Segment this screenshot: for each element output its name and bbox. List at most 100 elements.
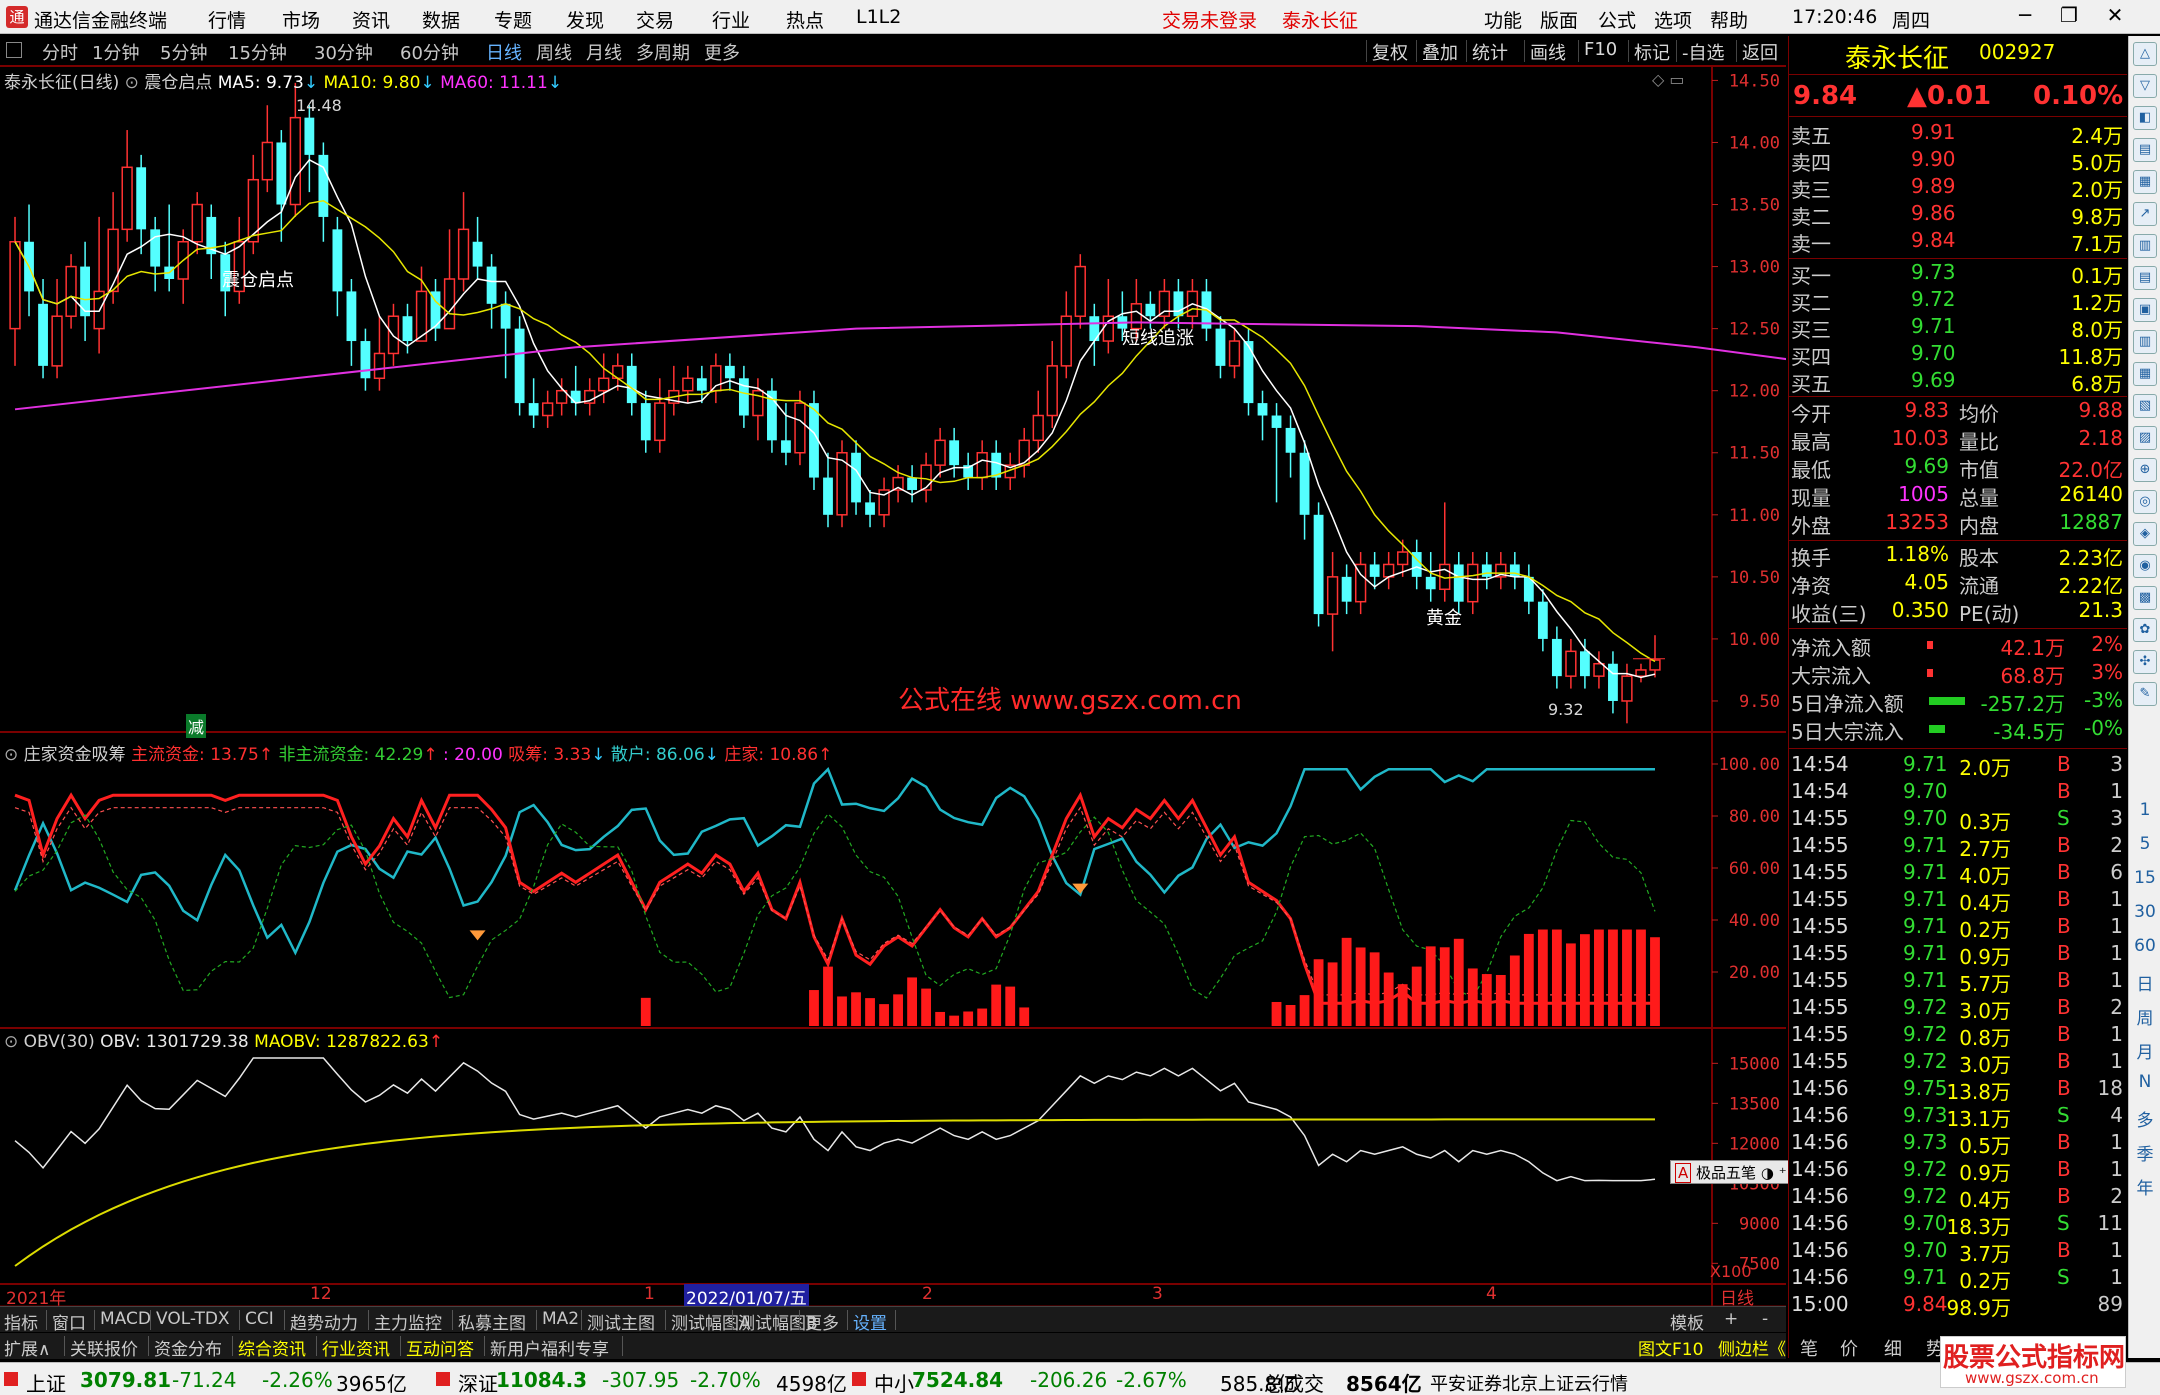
tick-count: 1 (2110, 968, 2123, 992)
period-shortcut-2[interactable]: 15 (2131, 868, 2159, 888)
tick-vol: 98.9万 (1946, 1296, 2011, 1320)
info-tab-5[interactable]: 互动问答 (406, 1335, 474, 1360)
panel-right-btn-2[interactable]: - (1762, 1309, 1768, 1329)
index-change: -71.24 (172, 1368, 237, 1392)
stat-val: 22.0亿 (2058, 458, 2123, 482)
panel-right-btn-1[interactable]: + (1724, 1309, 1738, 1329)
side-tool-icon-10[interactable]: ▦ (2133, 362, 2157, 386)
candle-body (1565, 650, 1577, 677)
indicator-tab-7[interactable]: 私募主图 (458, 1309, 526, 1334)
info-tab-3[interactable]: 综合资讯 (238, 1335, 306, 1360)
side-tool-icon-20[interactable]: ✎ (2133, 682, 2157, 706)
indicator-tab-1[interactable]: 窗口 (52, 1309, 86, 1334)
side-tool-icon-12[interactable]: ▨ (2133, 426, 2157, 450)
fund-key: 股本 (1959, 546, 1999, 570)
indicator1-title[interactable]: 庄家资金吸筹 (24, 745, 126, 765)
period-shortcut-8[interactable]: N (2131, 1072, 2159, 1092)
period-shortcut-1[interactable]: 5 (2131, 834, 2159, 854)
side-tool-icon-7[interactable]: ▤ (2133, 266, 2157, 290)
period-shortcut-11[interactable]: 年 (2131, 1174, 2159, 1199)
side-tool-icon-9[interactable]: ▥ (2133, 330, 2157, 354)
period-shortcut-4[interactable]: 60 (2131, 936, 2159, 956)
panel-right-btn-0[interactable]: 模板 (1670, 1309, 1704, 1334)
period-shortcut-7[interactable]: 月 (2131, 1038, 2159, 1063)
trade-detail-tab-0[interactable]: 笔 (1800, 1335, 1818, 1361)
absorb-bar (1580, 934, 1590, 1026)
tick-count: 1 (2110, 1157, 2123, 1181)
candle-body (1326, 576, 1339, 615)
absorb-bar (1425, 946, 1436, 1026)
tab-divider (400, 1336, 401, 1356)
candle-body (1243, 341, 1254, 404)
ask-vol: 2.4万 (2071, 124, 2123, 148)
candle-body (1285, 427, 1296, 453)
indicator2-title[interactable]: OBV(30) (24, 1032, 95, 1052)
side-tool-icon-0[interactable]: △ (2133, 42, 2157, 66)
main-formula-name[interactable]: 震仓启点 (144, 73, 212, 93)
indicator-tab-3[interactable]: VOL-TDX (156, 1309, 230, 1329)
x-axis-label-6: 4 (1486, 1284, 1497, 1304)
restore-icon[interactable]: ❐ (2054, 3, 2084, 31)
indicator-tab-0[interactable]: 指标 (4, 1309, 38, 1334)
indicator-tab-9[interactable]: 测试主图 (587, 1309, 655, 1334)
low-price-label: 9.32 (1548, 700, 1584, 719)
trade-detail-tab-2[interactable]: 细 (1884, 1335, 1902, 1361)
side-tool-icon-19[interactable]: ✣ (2133, 650, 2157, 674)
period-shortcut-9[interactable]: 多 (2131, 1106, 2159, 1131)
indicator-tab-8[interactable]: MA2 (542, 1309, 579, 1329)
tick-count: 11 (2097, 1211, 2123, 1235)
period-shortcut-3[interactable]: 30 (2131, 902, 2159, 922)
period-shortcut-10[interactable]: 季 (2131, 1140, 2159, 1165)
tick-side: B (2057, 914, 2071, 938)
close-icon[interactable]: ✕ (2100, 3, 2130, 31)
flow-val: 42.1万 (2000, 636, 2065, 660)
info-tab-4[interactable]: 行业资讯 (322, 1335, 390, 1360)
side-tool-icon-13[interactable]: ⊕ (2133, 458, 2157, 482)
stat-key: 今开 (1791, 402, 1831, 426)
side-tool-icon-16[interactable]: ◉ (2133, 554, 2157, 578)
side-tool-icon-3[interactable]: ▤ (2133, 138, 2157, 162)
flow-val: 68.8万 (2000, 664, 2065, 688)
side-tool-icon-5[interactable]: ↗ (2133, 202, 2157, 226)
indicator-tab-6[interactable]: 主力监控 (374, 1309, 442, 1334)
absorb-bar (1005, 986, 1016, 1026)
info-tab-1[interactable]: 关联报价 (70, 1335, 138, 1360)
index-name[interactable]: 上证 (26, 1368, 66, 1395)
period-shortcut-0[interactable]: 1 (2131, 800, 2159, 820)
period-shortcut-6[interactable]: 周 (2131, 1004, 2159, 1029)
candle-body (276, 142, 287, 205)
indicator-tab-2[interactable]: MACD (100, 1309, 151, 1329)
tick-vol: 0.9万 (1959, 1161, 2011, 1185)
ask-label: 卖四 (1791, 151, 1831, 175)
tick-price: 9.71 (1903, 968, 1948, 992)
indicator-tab-4[interactable]: CCI (245, 1309, 274, 1329)
side-tool-icon-11[interactable]: ▧ (2133, 394, 2157, 418)
side-tool-icon-15[interactable]: ◈ (2133, 522, 2157, 546)
trade-detail-tab-1[interactable]: 价 (1840, 1335, 1858, 1361)
info-right-btn-0[interactable]: 图文F10 (1638, 1335, 1703, 1360)
minimize-icon[interactable]: ─ (2010, 3, 2040, 31)
side-tool-icon-4[interactable]: ▦ (2133, 170, 2157, 194)
indicator-tab-12[interactable]: 更多 (805, 1309, 839, 1334)
indicator-tab-5[interactable]: 趋势动力 (290, 1309, 358, 1334)
panel-layout-icons[interactable]: ◇ ▭ (1652, 70, 1685, 89)
side-tool-icon-2[interactable]: ◧ (2133, 106, 2157, 130)
side-tool-icon-8[interactable]: ▣ (2133, 298, 2157, 322)
info-tab-0[interactable]: 扩展∧ (4, 1335, 50, 1360)
side-tool-icon-1[interactable]: ▽ (2133, 74, 2157, 98)
tick-price: 9.71 (1903, 887, 1948, 911)
index-name[interactable]: 深证 (458, 1368, 498, 1395)
side-tool-icon-18[interactable]: ✿ (2133, 618, 2157, 642)
side-tool-icon-17[interactable]: ▩ (2133, 586, 2157, 610)
info-right-btn-1[interactable]: 侧边栏《 (1718, 1335, 1786, 1360)
index-name[interactable]: 中小 (874, 1368, 914, 1395)
side-tool-icon-6[interactable]: ▥ (2133, 234, 2157, 258)
indicator-tab-13[interactable]: 设置 (853, 1309, 887, 1334)
bid-vol: 11.8万 (2058, 345, 2123, 369)
info-tab-2[interactable]: 资金分布 (154, 1335, 222, 1360)
tick-price: 9.70 (1903, 806, 1948, 830)
side-tool-icon-14[interactable]: ◎ (2133, 490, 2157, 514)
info-tab-6[interactable]: 新用户福利专享 (490, 1335, 609, 1360)
period-shortcut-5[interactable]: 日 (2131, 970, 2159, 995)
x-axis-label-5: 3 (1152, 1284, 1163, 1304)
